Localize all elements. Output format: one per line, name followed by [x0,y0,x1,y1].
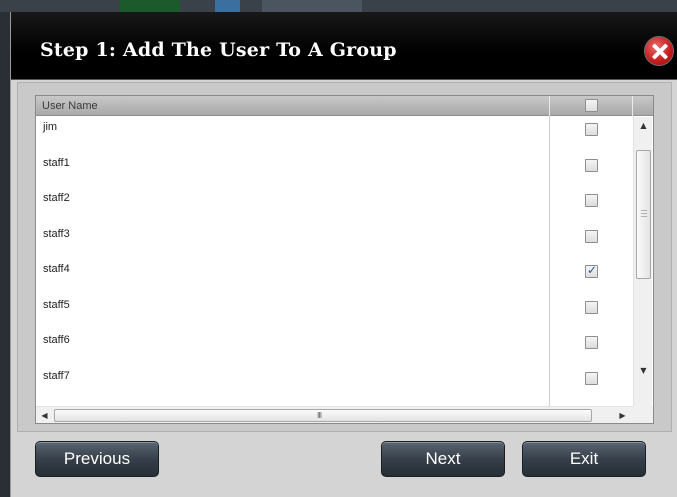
table-row[interactable]: staff4 [36,259,632,294]
table-row[interactable]: staff6 [36,330,632,365]
column-divider [549,96,550,116]
grip-icon: — — — [640,206,648,220]
user-select-checkbox[interactable] [585,336,598,349]
background-fragment [120,0,180,12]
select-all-checkbox[interactable] [585,99,598,112]
user-name-cell: jim [43,121,58,133]
user-select-checkbox[interactable] [585,194,598,207]
scrollbar-corner [633,406,653,423]
previous-button[interactable]: Previous [35,441,159,477]
close-icon[interactable] [644,36,674,66]
next-button[interactable]: Next [381,441,505,477]
table-row[interactable]: staff1 [36,153,632,188]
user-name-cell: staff2 [43,192,70,204]
user-name-cell: staff4 [43,263,70,275]
horizontal-scrollbar[interactable]: ◀ III ▶ [36,406,653,423]
vertical-scroll-thumb[interactable]: — — — [636,150,651,279]
dialog-title-bar: Step 1: Add The User To A Group [11,12,677,80]
arrow-right-icon[interactable]: ▶ [614,407,631,423]
user-name-cell: staff7 [43,369,70,382]
user-name-cell: staff6 [43,334,70,346]
vertical-scrollbar[interactable]: ▲ — — — ▼ [633,117,652,406]
table-header: User Name [36,96,653,116]
user-name-cell: staff1 [43,156,70,169]
user-table: User Name jim staff1 staff2 staff3 staff4 sta… [35,95,654,424]
user-name-cell: staff3 [43,227,70,240]
table-row[interactable]: staff2 [36,188,632,223]
column-divider [632,96,633,116]
background-fragment [215,0,240,12]
arrow-left-icon[interactable]: ◀ [36,407,53,423]
horizontal-scroll-thumb[interactable]: III [54,409,592,422]
user-select-checkbox[interactable] [585,263,598,278]
table-row[interactable]: staff7 [36,366,632,401]
column-header-user-name[interactable]: User Name [42,100,98,112]
background-fragment [262,0,362,12]
user-select-checkbox[interactable] [585,158,598,172]
user-select-checkbox[interactable] [585,229,598,243]
background-window-strip [0,0,677,12]
user-select-checkbox[interactable] [585,123,598,136]
exit-button[interactable]: Exit [522,441,646,477]
table-row[interactable]: staff5 [36,295,632,330]
user-name-cell: staff5 [43,298,70,311]
user-select-checkbox[interactable] [585,371,598,385]
arrow-down-icon[interactable]: ▼ [634,362,653,379]
table-row[interactable]: staff3 [36,224,632,259]
grip-icon: III [317,411,322,420]
table-row[interactable]: jim [36,117,632,152]
user-select-checkbox[interactable] [585,300,598,314]
arrow-up-icon[interactable]: ▲ [634,117,653,134]
dialog-title: Step 1: Add The User To A Group [40,39,397,61]
